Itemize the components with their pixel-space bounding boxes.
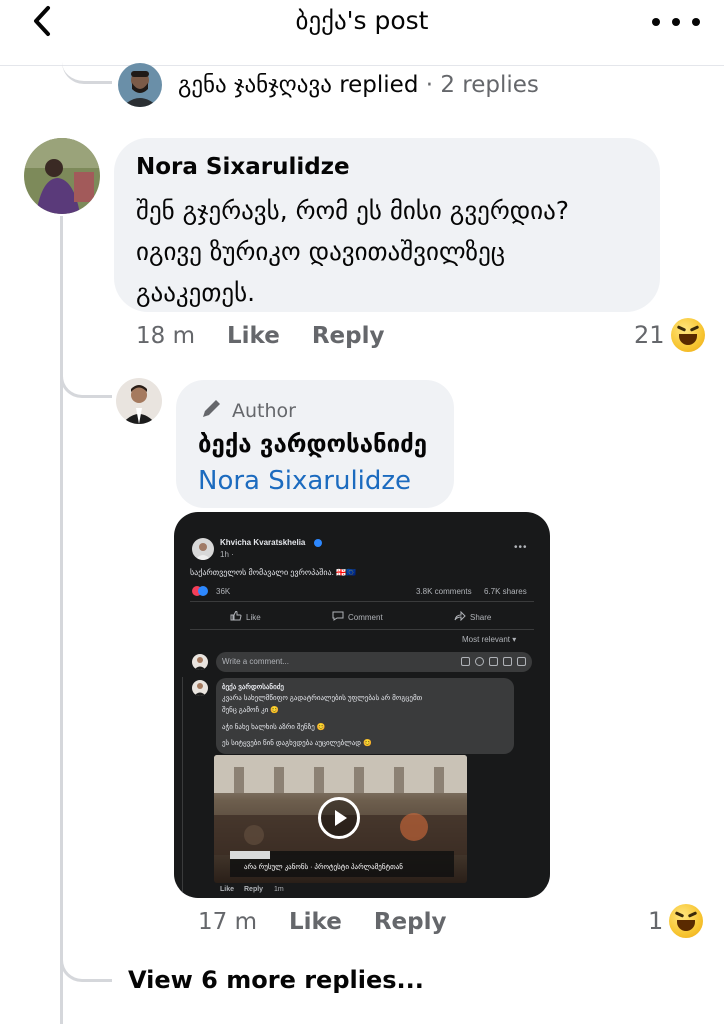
- divider: [190, 629, 534, 630]
- comment-text-line: იგივე ზურიკო დავითაშვილზეც: [136, 237, 506, 266]
- embedded-comment-input: Write a comment...: [216, 652, 532, 672]
- embedded-reply-line: აჭი ნახე ხალხის აზრი შენზე 😊: [222, 724, 326, 731]
- embedded-share-button: Share: [454, 610, 491, 623]
- reaction-summary[interactable]: 1: [648, 904, 704, 938]
- haha-emoji-icon: [670, 318, 705, 352]
- comment-bubble: Nora Sixarulidze შენ გჯერავს, რომ ეს მის…: [114, 138, 660, 312]
- replies-count[interactable]: 2 replies: [440, 72, 539, 98]
- embedded-comment-button: Comment: [332, 611, 383, 623]
- comment-text-line: გააკეთეს.: [136, 278, 256, 307]
- reply-button[interactable]: Reply: [374, 909, 447, 935]
- reaction-count: 1: [648, 907, 664, 935]
- comment-meta: 17 m Like Reply: [198, 906, 446, 938]
- replied-text[interactable]: გენა ჯანჯღავა replied · 2 replies: [178, 72, 539, 98]
- embedded-meta-reply: Reply: [244, 886, 264, 893]
- thread-connector-more: [60, 940, 112, 982]
- love-reaction-icon: [198, 586, 208, 596]
- avatar[interactable]: [116, 378, 162, 424]
- replied-summary[interactable]: გენა ჯანჯღავა replied · 2 replies: [118, 63, 539, 107]
- reaction-summary[interactable]: 21: [634, 318, 705, 352]
- play-icon: [318, 797, 360, 839]
- comment-meta: 18 m Like Reply: [136, 320, 384, 352]
- embedded-time: 1h ·: [220, 550, 234, 559]
- embedded-meta-time: 1m: [274, 886, 284, 893]
- view-more-replies-link[interactable]: View 6 more replies...: [128, 966, 424, 994]
- embedded-reply-line: კვარა სახელმწიფო გადატრიალების უფლებას ა…: [222, 695, 423, 702]
- sticker-icon: [461, 657, 470, 666]
- embedded-text: საქართველოს მომავალი ევროპაშია. 🇬🇪🇪🇺: [190, 568, 356, 577]
- comment-text-line: შენ გჯერავს, რომ ეს მისი გვერდია?: [136, 196, 570, 225]
- embedded-video: არა რუსულ კანონს · პროტესტი პარლამენტთან: [214, 755, 467, 883]
- embedded-reply-author: ბექა ვარდოსანიძე: [222, 684, 284, 691]
- avatar: [192, 538, 214, 560]
- thread-connector-reply: [60, 356, 112, 398]
- thumbs-up-icon: [230, 610, 242, 623]
- embedded-reactions: 36K: [216, 587, 231, 596]
- input-tool-icons: [461, 657, 526, 666]
- replied-action: replied: [339, 72, 419, 98]
- thread-line-main: [60, 216, 63, 1024]
- avatar-sticker-icon: [517, 657, 526, 666]
- embedded-meta-like: Like: [220, 886, 235, 893]
- avatar: [192, 680, 208, 696]
- replier-name[interactable]: გენა ჯანჯღავა: [178, 72, 332, 98]
- avatar[interactable]: [24, 138, 100, 214]
- comment-author[interactable]: Nora Sixarulidze: [136, 154, 350, 180]
- comment-icon: [332, 611, 344, 623]
- embedded-input-placeholder: Write a comment...: [222, 657, 289, 666]
- reaction-count: 21: [634, 321, 665, 349]
- author-badge: Author: [200, 396, 296, 425]
- gif-icon: [503, 657, 512, 666]
- embedded-reply-line: ეს სიტყვები წინ დაგხვდება აუცილებლად 😊: [222, 740, 372, 747]
- divider: [190, 601, 534, 602]
- mention-link[interactable]: Nora Sixarulidze: [198, 466, 411, 496]
- embedded-shares: 6.7K shares: [484, 587, 527, 596]
- attached-screenshot[interactable]: Khvicha Kvaratskhelia 1h · ••• საქართველ…: [174, 512, 550, 898]
- thread-connector-top: [62, 54, 112, 84]
- comment-time[interactable]: 18 m: [136, 323, 195, 349]
- replied-separator: ·: [425, 72, 434, 98]
- thread-line: [182, 677, 183, 897]
- like-button[interactable]: Like: [227, 323, 280, 349]
- reply-button[interactable]: Reply: [312, 323, 385, 349]
- comment-time[interactable]: 17 m: [198, 909, 257, 935]
- embedded-comments: 3.8K comments: [416, 587, 472, 596]
- embedded-author: Khvicha Kvaratskhelia: [220, 538, 306, 547]
- page-title: ბექა's post: [295, 6, 429, 35]
- share-icon: [454, 610, 466, 623]
- emoji-icon: [475, 657, 484, 666]
- embedded-sort: Most relevant ▾: [462, 635, 517, 644]
- more-dots-icon[interactable]: [652, 4, 700, 40]
- like-button[interactable]: Like: [289, 909, 342, 935]
- camera-icon: [489, 657, 498, 666]
- embedded-reply-line: შენც გამოჩ კი 😊: [222, 707, 280, 714]
- comment-author[interactable]: ბექა ვარდოსანიძე: [198, 430, 427, 458]
- haha-emoji-icon: [669, 904, 704, 938]
- comment-bubble: Author ბექა ვარდოსანიძე Nora Sixarulidze: [176, 380, 454, 508]
- avatar: [192, 654, 208, 670]
- verified-icon: [314, 539, 322, 547]
- embedded-reply-bubble: ბექა ვარდოსანიძე კვარა სახელმწიფო გადატრ…: [216, 678, 514, 754]
- more-dots-icon: •••: [514, 542, 528, 553]
- avatar[interactable]: [118, 63, 162, 107]
- author-badge-label: Author: [232, 399, 296, 422]
- embedded-like-button: Like: [230, 610, 261, 623]
- pencil-icon: [200, 396, 224, 425]
- embedded-video-caption: არა რუსულ კანონს · პროტესტი პარლამენტთან: [244, 864, 403, 871]
